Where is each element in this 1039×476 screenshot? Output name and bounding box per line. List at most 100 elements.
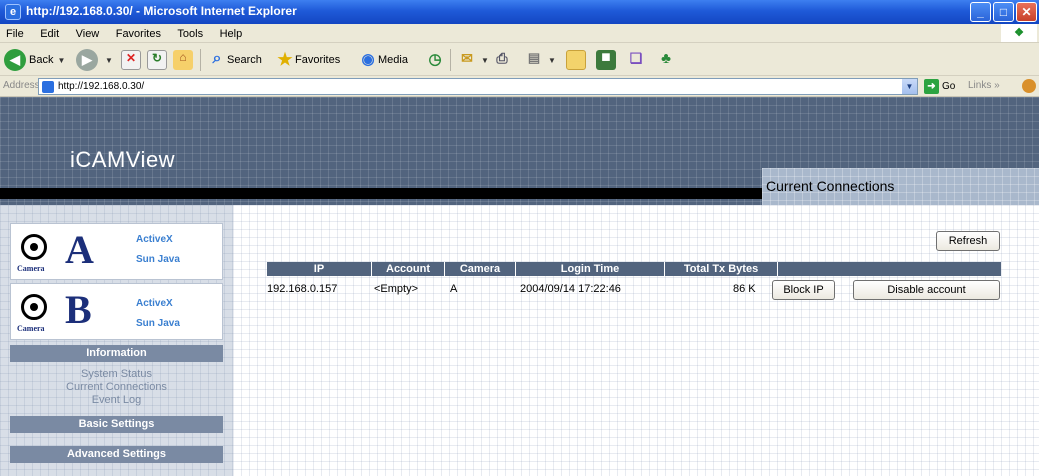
favorites-star-icon: ★ [277,50,293,69]
research-icon: ❏ [629,50,643,66]
column-header-login-time: Login Time [516,262,665,276]
toolbar-separator [450,49,451,71]
window-controls: _ □ ✕ [970,2,1037,22]
history-icon: ◷ [428,51,442,68]
edit-button[interactable]: ▤ ▼ [524,48,556,72]
cell-tx-bytes: 86 K [733,283,756,295]
sidebar-item-basic-settings[interactable]: Basic Settings [10,416,223,433]
media-icon: ◉ [361,51,375,68]
information-section-header: Information [10,345,223,362]
address-dropdown-icon[interactable]: ▼ [902,79,917,94]
title-bar[interactable]: e http://192.168.0.30/ - Microsoft Inter… [0,0,1039,24]
home-button[interactable]: ⌂ [173,48,193,72]
home-icon: ⌂ [173,50,193,70]
toolbar: ◀ Back ▼ ▶ ▼ ✕ ↻ ⌂ ⌕ Search ★ Favorites … [0,43,1039,76]
search-icon: ⌕ [212,50,222,67]
camera-letter-a: A [65,227,94,272]
refresh-button[interactable]: Refresh [936,231,1000,251]
block-ip-button[interactable]: Block IP [772,280,835,300]
maximize-button[interactable]: □ [993,2,1014,22]
refresh-page-button[interactable]: ↻ [147,48,167,72]
go-label: Go [942,81,956,92]
camera-word: Camera [17,324,45,333]
camera-b-activex-link[interactable]: ActiveX [136,298,173,309]
camera-b-sunjava-link[interactable]: Sun Java [136,318,180,329]
favorites-label: Favorites [295,54,341,66]
cell-account: <Empty> [374,283,419,295]
brand-logo: iCAMView [70,147,176,172]
menu-help[interactable]: Help [214,25,249,40]
menu-favorites[interactable]: Favorites [110,25,167,40]
camera-letter-b: B [65,287,92,332]
go-arrow-icon: ➜ [924,79,939,94]
camera-b-panel: Camera B ActiveX Sun Java [10,283,223,340]
edit-icon: ▤ [527,50,541,65]
menu-edit[interactable]: Edit [34,25,65,40]
forward-button[interactable]: ▶ ▼ [76,48,113,72]
menu-bar: File Edit View Favorites Tools Help ❖ [0,24,1039,43]
menu-view[interactable]: View [70,25,106,40]
forward-arrow-icon: ▶ [76,49,98,71]
messenger-button[interactable]: ◼ [596,48,616,72]
header-black-bar [0,188,762,199]
stop-button[interactable]: ✕ [121,48,141,72]
column-header-total-tx-bytes: Total Tx Bytes [665,262,778,276]
menu-file[interactable]: File [0,25,30,40]
address-bar: Address http://192.168.0.30/ ▼ ➜ Go Link… [0,76,1039,97]
page-title: Current Connections [766,178,895,194]
camera-eye-icon [21,234,47,260]
camera-a-panel: Camera A ActiveX Sun Java [10,223,223,280]
ie-throbber-icon [1022,79,1036,93]
go-button[interactable]: ➜ Go [924,79,955,94]
menu-tools[interactable]: Tools [171,25,209,40]
print-button[interactable]: ⎙ [492,48,512,72]
mail-button[interactable]: ✉ ▼ [457,48,489,72]
sidebar-item-system-status[interactable]: System Status [10,368,223,380]
cell-camera: A [450,283,458,295]
cell-ip: 192.168.0.157 [267,283,338,295]
refresh-icon: ↻ [147,50,167,70]
camera-a-sunjava-link[interactable]: Sun Java [136,254,180,265]
browser-window: e http://192.168.0.30/ - Microsoft Inter… [0,0,1039,476]
search-label: Search [227,54,262,66]
camera-a-activex-link[interactable]: ActiveX [136,234,173,245]
connections-table-header: IP Account Camera Login Time Total Tx By… [267,262,1001,276]
mail-icon: ✉ [461,50,473,66]
print-icon: ⎙ [496,50,508,66]
links-button[interactable]: Links » [968,80,1000,91]
research-button[interactable]: ❏ [626,48,646,72]
history-button[interactable]: ◷ [425,48,445,72]
back-button[interactable]: ◀ Back ▼ [4,48,65,72]
address-label: Address [3,80,40,91]
page-content: iCAMView Current Connections Camera A Ac… [0,97,1039,476]
windows-logo-icon: ❖ [1001,24,1037,42]
page-header: iCAMView Current Connections [0,97,1039,205]
window-title: http://192.168.0.30/ - Microsoft Interne… [26,4,297,18]
discuss-button[interactable]: ♣ [656,48,676,72]
ie-icon: e [5,4,21,20]
favorites-button[interactable]: ★ Favorites [275,48,340,72]
messenger-icon: ◼ [596,50,616,70]
close-button[interactable]: ✕ [1016,2,1037,22]
camera-eye-icon [21,294,47,320]
folder-icon [566,50,586,70]
edit-dropdown-icon: ▼ [548,55,556,65]
address-url: http://192.168.0.30/ [58,81,145,92]
cell-login-time: 2004/09/14 17:22:46 [520,283,621,295]
minimize-button[interactable]: _ [970,2,991,22]
sidebar: Camera A ActiveX Sun Java Camera B Activ… [0,205,233,476]
address-input[interactable]: http://192.168.0.30/ ▼ [38,78,918,95]
forward-dropdown-icon: ▼ [105,55,113,65]
mail-dropdown-icon: ▼ [481,55,489,65]
camera-word: Camera [17,264,45,273]
discuss-icon: ♣ [661,50,671,67]
media-button[interactable]: ◉ Media [358,48,408,72]
links-label: Links [968,80,992,91]
sidebar-item-event-log[interactable]: Event Log [10,394,223,406]
folder-button[interactable] [566,48,586,72]
sidebar-item-advanced-settings[interactable]: Advanced Settings [10,446,223,463]
search-button[interactable]: ⌕ Search [207,48,262,72]
disable-account-button[interactable]: Disable account [853,280,1000,300]
column-header-account: Account [372,262,445,276]
sidebar-item-current-connections[interactable]: Current Connections [10,381,223,393]
